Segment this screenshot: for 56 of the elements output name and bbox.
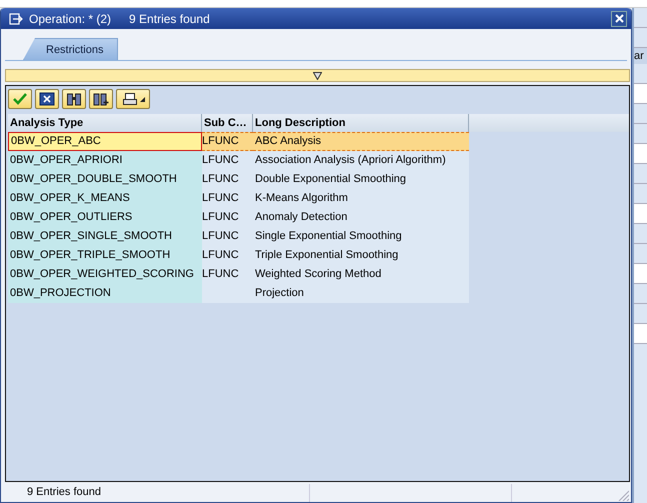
printer-icon — [122, 92, 138, 106]
table-row[interactable]: 0BW_PROJECTION Projection — [8, 284, 629, 303]
table-cell: Association Analysis (Apriori Algorithm) — [253, 151, 469, 170]
table-cell: LFUNC — [202, 208, 253, 227]
table-cell: LFUNC — [202, 170, 253, 189]
table-row[interactable]: 0BW_OPER_TRIPLE_SMOOTH LFUNC Triple Exponential Smoothing — [8, 246, 629, 265]
cancel-button[interactable] — [35, 89, 59, 109]
table-row[interactable]: 0BW_OPER_K_MEANS LFUNC K-Means Algorithm — [8, 189, 629, 208]
window-title: Operation: * (2) — [29, 12, 112, 26]
check-button[interactable] — [8, 89, 32, 109]
resize-grip-icon — [617, 489, 629, 501]
table-cell: LFUNC — [202, 227, 253, 246]
find-button[interactable] — [62, 89, 86, 109]
table-cell: Double Exponential Smoothing — [253, 170, 469, 189]
table-cell: 0BW_OPER_DOUBLE_SMOOTH — [8, 170, 202, 189]
table-cell: Single Exponential Smoothing — [253, 227, 469, 246]
table-cell: Anomaly Detection — [253, 208, 469, 227]
table-cell: 0BW_OPER_TRIPLE_SMOOTH — [8, 246, 202, 265]
table-cell: LFUNC — [202, 246, 253, 265]
table-row[interactable]: 0BW_OPER_DOUBLE_SMOOTH LFUNC Double Exponential Smoothing — [8, 170, 629, 189]
table-cell: Weighted Scoring Method — [253, 265, 469, 284]
table-cell: LFUNC — [202, 189, 253, 208]
table-cell: Projection — [253, 284, 469, 303]
status-text: 9 Entries found — [27, 486, 101, 498]
window-subtitle: 9 Entries found — [129, 12, 210, 26]
table-row[interactable]: 0BW_OPER_WEIGHTED_SCORING LFUNC Weighted Scoring Method — [8, 265, 629, 284]
table-row[interactable]: 0BW_OPER_OUTLIERS LFUNC Anomaly Detection — [8, 208, 629, 227]
table-cell: LFUNC — [202, 265, 253, 284]
table-cell: 0BW_OPER_OUTLIERS — [8, 208, 202, 227]
binoculars-plus-icon — [93, 92, 109, 106]
column-header: ar — [634, 50, 644, 62]
table-cell: 0BW_OPER_APRIORI — [8, 151, 202, 170]
find-next-button[interactable] — [89, 89, 113, 109]
window-icon — [9, 12, 23, 24]
table-cell: LFUNC — [202, 132, 253, 151]
table-cell: 0BW_OPER_ABC — [8, 132, 202, 151]
table-cell: LFUNC — [202, 151, 253, 170]
table-cell: 0BW_PROJECTION — [8, 284, 202, 303]
binoculars-icon — [66, 92, 82, 106]
table-cell: 0BW_OPER_K_MEANS — [8, 189, 202, 208]
dropdown-icon — [140, 96, 144, 102]
table-cell: ABC Analysis — [253, 132, 469, 151]
table-cell: K-Means Algorithm — [253, 189, 469, 208]
table-row[interactable]: 0BW_OPER_APRIORI LFUNC Association Analysis (Apriori Algorithm) — [8, 151, 629, 170]
table-cell: 0BW_OPER_SINGLE_SMOOTH — [8, 227, 202, 246]
close-icon — [614, 14, 624, 23]
triangle-icon — [313, 72, 322, 80]
print-button[interactable] — [116, 89, 150, 109]
table-row[interactable]: 0BW_OPER_ABC LFUNC ABC Analysis — [8, 132, 629, 151]
cross-icon — [39, 92, 55, 106]
restrictions-tab[interactable]: Restrictions — [23, 38, 118, 60]
close-button[interactable] — [611, 10, 627, 26]
table-row[interactable]: 0BW_OPER_SINGLE_SMOOTH LFUNC Single Exponential Smoothing — [8, 227, 629, 246]
checkmark-icon — [12, 92, 28, 106]
table-cell: Triple Exponential Smoothing — [253, 246, 469, 265]
table-cell: 0BW_OPER_WEIGHTED_SCORING — [8, 265, 202, 284]
